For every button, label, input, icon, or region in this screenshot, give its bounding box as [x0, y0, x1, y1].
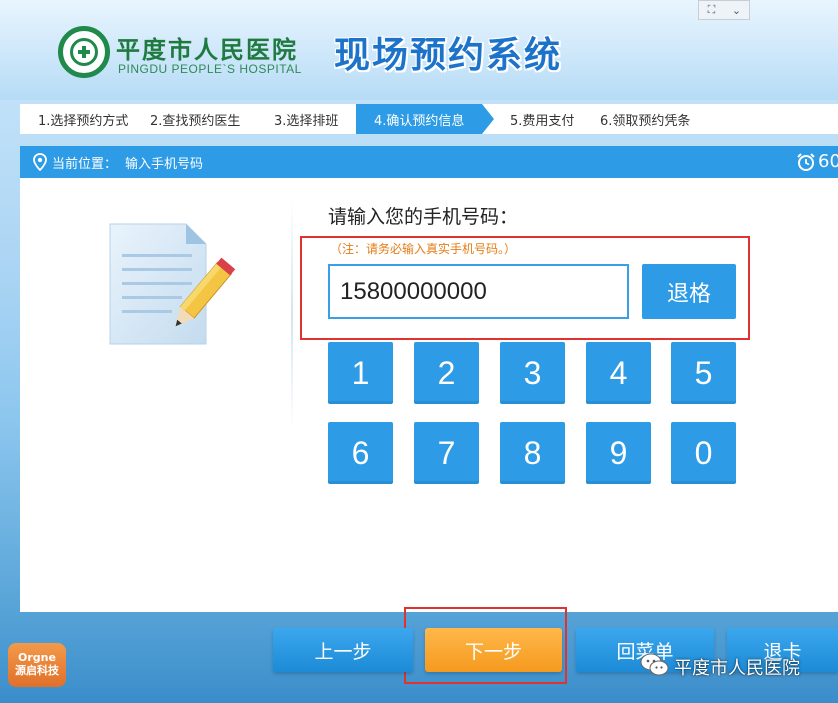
step-progress-bar: 1.选择预约方式 2.查找预约医生 3.选择排班 4.确认预约信息 5.费用支付… — [20, 104, 838, 134]
vendor-logo-line1: Orgne — [18, 651, 56, 664]
hospital-logo-icon — [58, 26, 110, 78]
vertical-divider — [291, 200, 293, 430]
keypad-1[interactable]: 1 — [328, 342, 393, 404]
step-3: 3.选择排班 — [274, 113, 339, 129]
chevron-down-icon[interactable]: ⌄ — [724, 1, 749, 19]
window-controls[interactable]: ⛶ ⌄ — [698, 0, 750, 20]
wechat-icon — [640, 653, 669, 676]
location-pin-icon — [33, 153, 47, 171]
keypad-0[interactable]: 0 — [671, 422, 736, 484]
next-step-button[interactable]: 下一步 — [425, 628, 562, 672]
keypad-8[interactable]: 8 — [500, 422, 565, 484]
phone-prompt: 请输入您的手机号码： — [328, 206, 519, 228]
keypad-4[interactable]: 4 — [586, 342, 651, 404]
system-title: 现场预约系统 — [334, 35, 563, 76]
step-5: 5.费用支付 — [510, 113, 575, 129]
hospital-name-en: PINGDU PEOPLE`S HOSPITAL — [118, 62, 302, 76]
location-bar: 当前位置： 输入手机号码 60 — [20, 146, 838, 178]
alarm-clock-icon — [797, 153, 815, 171]
keypad-7[interactable]: 7 — [414, 422, 479, 484]
hospital-name-cn: 平度市人民医院 — [116, 35, 298, 64]
document-pencil-icon — [109, 223, 236, 345]
vendor-logo-line2: 源启科技 — [15, 664, 59, 677]
wechat-watermark: 平度市人民医院 — [674, 658, 800, 679]
step-6: 6.领取预约凭条 — [600, 113, 691, 129]
keypad-6[interactable]: 6 — [328, 422, 393, 484]
location-value: 输入手机号码 — [125, 156, 204, 172]
phone-highlight-box — [300, 236, 750, 340]
countdown-timer: 60 — [818, 151, 838, 172]
keypad-3[interactable]: 3 — [500, 342, 565, 404]
step-4-active: 4.确认预约信息 — [356, 104, 494, 134]
app-header: 平度市人民医院 PINGDU PEOPLE`S HOSPITAL 现场预约系统 … — [0, 0, 838, 100]
keypad-5[interactable]: 5 — [671, 342, 736, 404]
prev-step-button[interactable]: 上一步 — [273, 628, 413, 672]
vendor-logo: Orgne 源启科技 — [8, 643, 66, 687]
step-1: 1.选择预约方式 — [38, 113, 129, 129]
keypad-2[interactable]: 2 — [414, 342, 479, 404]
step-2: 2.查找预约医生 — [150, 113, 241, 129]
keypad-9[interactable]: 9 — [586, 422, 651, 484]
location-label: 当前位置： — [52, 156, 118, 172]
fullscreen-icon[interactable]: ⛶ — [699, 1, 724, 19]
